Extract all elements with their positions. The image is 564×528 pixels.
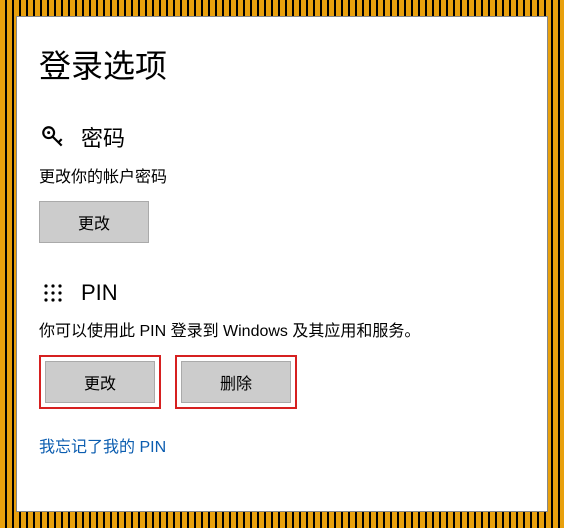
password-section-header: 密码 bbox=[39, 121, 525, 153]
key-icon bbox=[39, 123, 67, 151]
change-password-button[interactable]: 更改 bbox=[39, 201, 149, 243]
password-button-row: 更改 bbox=[39, 201, 525, 243]
decorative-frame: 登录选项 密码 更改你的帐户密码 更改 bbox=[0, 0, 564, 528]
pin-section: PIN 你可以使用此 PIN 登录到 Windows 及其应用和服务。 更改 删… bbox=[39, 279, 525, 457]
forgot-pin-link[interactable]: 我忘记了我的 PIN bbox=[39, 433, 166, 457]
pin-section-header: PIN bbox=[39, 279, 525, 307]
settings-panel: 登录选项 密码 更改你的帐户密码 更改 bbox=[16, 16, 548, 512]
pin-section-title: PIN bbox=[81, 280, 118, 306]
change-pin-button[interactable]: 更改 bbox=[45, 361, 155, 403]
highlight-delete: 删除 bbox=[175, 355, 297, 409]
password-section: 密码 更改你的帐户密码 更改 bbox=[39, 121, 525, 243]
highlight-change: 更改 bbox=[39, 355, 161, 409]
pin-pad-icon bbox=[39, 279, 67, 307]
password-section-title: 密码 bbox=[81, 121, 125, 153]
page-title: 登录选项 bbox=[39, 41, 525, 87]
pin-button-row: 更改 删除 bbox=[39, 355, 525, 409]
delete-pin-button[interactable]: 删除 bbox=[181, 361, 291, 403]
pin-section-desc: 你可以使用此 PIN 登录到 Windows 及其应用和服务。 bbox=[39, 317, 525, 341]
password-section-desc: 更改你的帐户密码 bbox=[39, 163, 525, 187]
